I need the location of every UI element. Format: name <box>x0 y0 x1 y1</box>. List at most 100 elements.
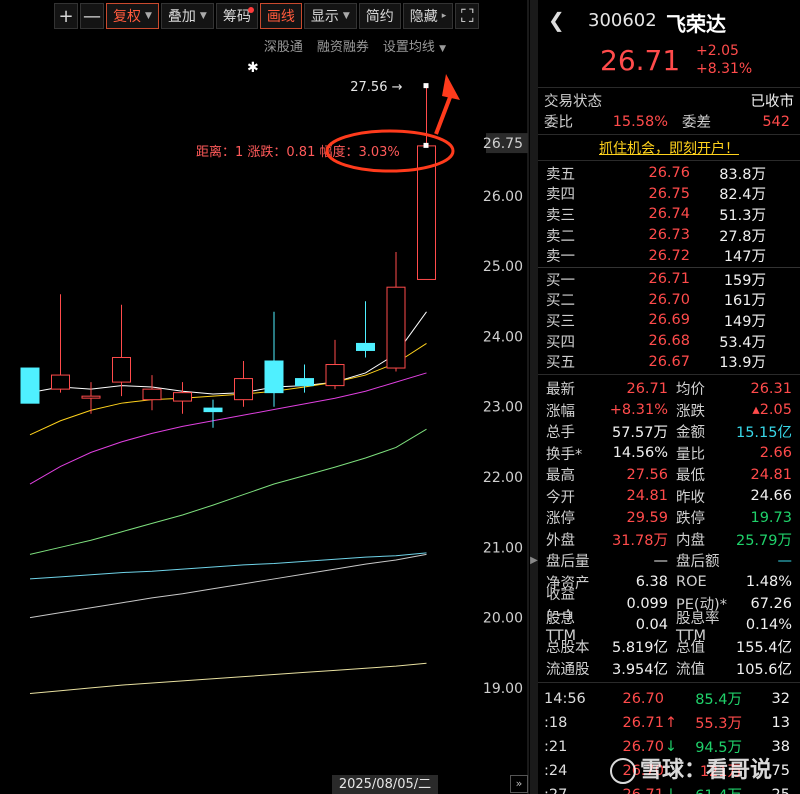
sell-row[interactable]: 卖五 26.76 83.8万 <box>538 163 800 184</box>
buy-level-name: 买二 <box>546 293 575 310</box>
weibi-label: 委比 <box>544 115 573 131</box>
annotation-arrow-shaft <box>434 91 454 135</box>
buy-row[interactable]: 买二 26.70 161万 <box>538 290 800 311</box>
stat-value: 15.15亿 <box>735 425 792 442</box>
y-tick-label: 22.00 <box>483 470 523 486</box>
draw-line-button[interactable]: 画线 <box>259 3 302 29</box>
chips-button[interactable]: 筹码 <box>215 3 258 29</box>
buy-row[interactable]: 买五 26.67 13.9万 <box>538 351 800 372</box>
sell-row[interactable]: 卖一 26.72 147万 <box>538 245 800 266</box>
sell-price: 26.75 <box>648 185 690 202</box>
watermark-text: 雪球：看哥说 <box>640 758 773 783</box>
stat-value: 0.14% <box>745 617 792 634</box>
open-account-banner[interactable]: 抓住机会，即刻开户！ <box>538 135 800 161</box>
stat-value: 25.79万 <box>735 532 792 549</box>
ma-settings-link[interactable]: 设置均线 ▼ <box>383 36 446 55</box>
kline-chart[interactable]: 26.75 26.00 25.00 24.00 23.00 22.00 21.00 20.00… <box>0 0 530 794</box>
stat-label: 流值 <box>676 661 705 678</box>
quote-stats: 最新 26.71 均价 26.31 涨幅 +8.31% 涨跌 ▴2.05 总手 57.57万 金额 1… <box>538 375 800 683</box>
stat-row: 涨幅 +8.31% 涨跌 ▴2.05 <box>538 399 800 421</box>
fullscreen-icon: ⛶ <box>460 5 474 27</box>
crosshair-date-label: 2025/08/05/二 <box>332 775 438 794</box>
weibi-value: 15.58% <box>612 113 668 130</box>
stat-row: 外盘 31.78万 内盘 25.79万 <box>538 528 800 550</box>
stock-change: +2.05 +8.31% <box>696 42 752 78</box>
candle-body <box>325 364 345 387</box>
sell-row[interactable]: 卖四 26.75 82.4万 <box>538 184 800 205</box>
sell-row[interactable]: 卖三 26.74 51.3万 <box>538 204 800 225</box>
stat-value: 2.66 <box>759 445 792 462</box>
stat-label: 总手 <box>546 425 575 442</box>
kline-chart-area[interactable]: 26.75 26.00 25.00 24.00 23.00 22.00 21.00 20.00… <box>0 0 530 794</box>
sell-level-name: 卖四 <box>546 187 575 204</box>
tick-direction-icon: ↓ <box>664 787 678 794</box>
zoom-out-button[interactable]: — <box>80 3 104 29</box>
y-tick-label: 20.00 <box>483 611 523 627</box>
back-icon[interactable]: ❮ <box>548 8 565 32</box>
chevron-down-icon: ▼ <box>199 11 207 21</box>
panel-divider[interactable] <box>530 0 538 794</box>
simple-mode-button[interactable]: 简约 <box>358 3 401 29</box>
sell-level-name: 卖三 <box>546 207 575 224</box>
sz-connect-link[interactable]: 深股通 <box>264 36 303 55</box>
tick-time: :24 <box>544 762 568 779</box>
watermark: 雪球：看哥说 <box>610 752 772 784</box>
stat-value: 67.26 <box>750 595 792 612</box>
draw-line-label: 画线 <box>266 9 295 25</box>
stock-price: 26.71 <box>600 44 681 77</box>
buy-price: 26.70 <box>648 291 690 308</box>
overlay-button[interactable]: 叠加 ▼ <box>160 3 214 29</box>
buy-level-name: 买三 <box>546 313 575 330</box>
sell-row[interactable]: 卖二 26.73 27.8万 <box>538 225 800 246</box>
stat-row: 总股本 5.819亿 总值 155.4亿 <box>538 636 800 658</box>
tick-volume: 61.4万 <box>678 784 742 794</box>
stat-value: 6.38 <box>635 574 668 591</box>
restore-rights-button[interactable]: 复权 ▼ <box>106 3 159 29</box>
trading-status-row: 交易状态 已收市 <box>538 90 800 111</box>
buy-row[interactable]: 买三 26.69 149万 <box>538 310 800 331</box>
sell-level-name: 卖五 <box>546 166 575 183</box>
tick-row: :2726.71↓61.4万25 <box>538 783 800 794</box>
high-price-label: 27.56 → <box>350 80 402 95</box>
ma-line <box>29 428 427 555</box>
high-marker-dot <box>423 83 429 89</box>
stat-value: 105.6亿 <box>735 661 792 678</box>
fullscreen-button[interactable]: ⛶ <box>455 3 480 29</box>
stat-value: 57.57万 <box>611 425 668 442</box>
open-account-link[interactable]: 抓住机会，即刻开户！ <box>599 138 739 158</box>
display-button[interactable]: 显示 ▼ <box>303 3 357 29</box>
ma-line <box>29 553 427 619</box>
xueqiu-logo-icon <box>610 758 636 784</box>
candle-body <box>112 356 131 383</box>
ma-line <box>29 311 427 395</box>
chevron-right-icon: ▸ <box>441 11 447 21</box>
measure-label: 距离：1 涨跌：0.81 幅度：3.03% <box>196 144 400 160</box>
change-amount: +2.05 <box>696 43 739 59</box>
buy-price: 26.68 <box>648 333 690 350</box>
stat-value: 3.954亿 <box>611 661 668 678</box>
buy-row[interactable]: 买一 26.71 159万 <box>538 269 800 290</box>
buy-level-name: 买一 <box>546 272 575 289</box>
stat-label: 今开 <box>546 489 575 506</box>
sell-level-name: 卖二 <box>546 228 575 245</box>
tick-count: 32 <box>771 690 790 707</box>
tick-direction-icon: ↑ <box>664 714 678 731</box>
stat-row: 盘后量 — 盘后额 — <box>538 550 800 572</box>
tick-price: 26.70 <box>622 690 664 707</box>
collapse-panel-icon[interactable]: ▶ <box>530 540 538 580</box>
stat-label: 昨收 <box>676 489 705 506</box>
stat-label: 盘后量 <box>546 554 590 571</box>
zoom-in-button[interactable]: + <box>54 3 78 29</box>
tick-count: 25 <box>742 787 790 794</box>
margin-trading-link[interactable]: 融资融券 <box>317 36 369 55</box>
buy-row[interactable]: 买四 26.68 53.4万 <box>538 331 800 352</box>
hide-button[interactable]: 隐藏 ▸ <box>402 3 454 29</box>
order-book: 卖五 26.76 83.8万 卖四 26.75 82.4万 卖三 26.74 51.3万 卖二 26… <box>538 161 800 375</box>
tick-time: :18 <box>544 714 568 731</box>
chips-label: 筹码 <box>222 9 251 25</box>
y-tick-label: 26.00 <box>483 189 523 205</box>
trading-status-value: 已收市 <box>750 94 795 110</box>
tick-time: :27 <box>538 787 592 794</box>
stat-label: 换手* <box>546 446 583 463</box>
scroll-right-button[interactable]: » <box>510 775 528 793</box>
